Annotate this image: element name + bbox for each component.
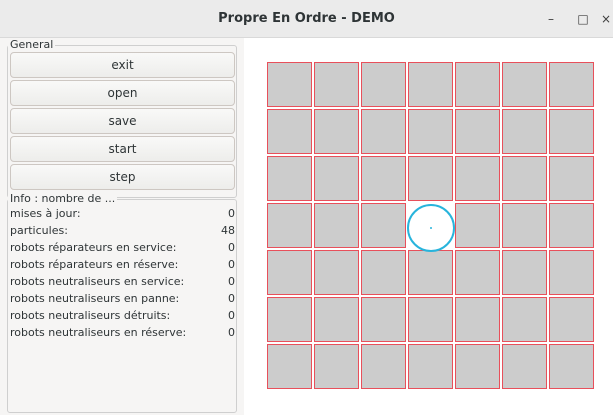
particle-cell xyxy=(408,109,453,154)
particle-cell xyxy=(361,203,406,248)
particle-cell xyxy=(361,109,406,154)
particle-cell xyxy=(408,344,453,389)
info-row-value: 0 xyxy=(228,258,235,271)
particle-cell xyxy=(314,344,359,389)
info-row-value: 48 xyxy=(221,224,235,237)
particle-cell xyxy=(267,250,312,295)
particle-cell xyxy=(502,344,547,389)
particle-cell xyxy=(455,109,500,154)
particle-cell xyxy=(455,344,500,389)
info-row-label: robots neutraliseurs détruits: xyxy=(10,309,171,322)
control-panel: General exit open save start step Info :… xyxy=(0,38,244,415)
particle-cell xyxy=(267,297,312,342)
particle-cell xyxy=(361,297,406,342)
exit-button[interactable]: exit xyxy=(10,52,235,78)
particle-cell xyxy=(549,250,594,295)
minimize-icon[interactable]: – xyxy=(541,9,561,29)
simulation-canvas[interactable] xyxy=(244,38,613,415)
info-row-neutralizers-destroyed: robots neutraliseurs détruits: 0 xyxy=(10,307,235,324)
info-row-label: robots neutraliseurs en réserve: xyxy=(10,326,187,339)
info-row-neutralizers-broken: robots neutraliseurs en panne: 0 xyxy=(10,290,235,307)
particle-cell xyxy=(455,203,500,248)
info-row-neutralizers-in-service: robots neutraliseurs en service: 0 xyxy=(10,273,235,290)
particle-cell xyxy=(549,62,594,107)
particle-cell xyxy=(455,62,500,107)
particle-cell xyxy=(361,156,406,201)
info-row-label: robots neutraliseurs en service: xyxy=(10,275,185,288)
info-row-label: robots réparateurs en service: xyxy=(10,241,177,254)
particle-cell xyxy=(502,109,547,154)
particle-cell xyxy=(361,250,406,295)
info-row-value: 0 xyxy=(228,241,235,254)
particle-cell xyxy=(408,297,453,342)
info-row-repairers-in-service: robots réparateurs en service: 0 xyxy=(10,239,235,256)
step-button[interactable]: step xyxy=(10,164,235,190)
particle-cell xyxy=(267,203,312,248)
particle-cell xyxy=(408,250,453,295)
info-row-value: 0 xyxy=(228,275,235,288)
info-frame-label: Info : nombre de ... xyxy=(8,192,118,205)
particle-cell xyxy=(502,297,547,342)
particle-cell xyxy=(267,156,312,201)
particle-cell xyxy=(408,156,453,201)
start-button[interactable]: start xyxy=(10,136,235,162)
info-row-repairers-in-reserve: robots réparateurs en réserve: 0 xyxy=(10,256,235,273)
particle-cell xyxy=(455,156,500,201)
general-frame-label: General xyxy=(8,38,56,51)
particle-cell xyxy=(361,62,406,107)
info-row-value: 0 xyxy=(228,292,235,305)
save-button[interactable]: save xyxy=(10,108,235,134)
particle-cell xyxy=(314,297,359,342)
info-row-label: robots réparateurs en réserve: xyxy=(10,258,179,271)
particle-cell xyxy=(314,156,359,201)
info-row-neutralizers-in-reserve: robots neutraliseurs en réserve: 0 xyxy=(10,324,235,341)
particle-cell xyxy=(549,203,594,248)
close-icon[interactable]: × xyxy=(596,9,613,29)
particle-cell xyxy=(502,156,547,201)
info-row-updates: mises à jour: 0 xyxy=(10,205,235,222)
info-row-label: particules: xyxy=(10,224,68,237)
particle-cell xyxy=(455,250,500,295)
window-title: Propre En Ordre - DEMO xyxy=(218,11,395,26)
info-row-label: mises à jour: xyxy=(10,207,81,220)
particle-cell xyxy=(267,344,312,389)
info-row-value: 0 xyxy=(228,326,235,339)
info-row-particles: particules: 48 xyxy=(10,222,235,239)
robot-circle xyxy=(407,204,455,252)
info-row-value: 0 xyxy=(228,309,235,322)
particle-cell xyxy=(549,344,594,389)
maximize-icon[interactable]: □ xyxy=(573,9,593,29)
title-bar: Propre En Ordre - DEMO – □ × xyxy=(0,0,613,38)
particle-cell xyxy=(408,62,453,107)
particle-cell xyxy=(549,297,594,342)
particle-cell xyxy=(549,156,594,201)
particle-cell xyxy=(314,203,359,248)
info-row-label: robots neutraliseurs en panne: xyxy=(10,292,180,305)
particle-cell xyxy=(549,109,594,154)
particle-cell xyxy=(314,250,359,295)
particle-cell xyxy=(502,250,547,295)
particle-cell xyxy=(267,109,312,154)
particle-cell xyxy=(267,62,312,107)
robot-center-dot xyxy=(430,227,432,229)
particle-cell xyxy=(361,344,406,389)
open-button[interactable]: open xyxy=(10,80,235,106)
particle-cell xyxy=(502,203,547,248)
particle-cell xyxy=(314,109,359,154)
particle-cell xyxy=(502,62,547,107)
info-row-value: 0 xyxy=(228,207,235,220)
particle-cell xyxy=(314,62,359,107)
particle-cell xyxy=(455,297,500,342)
